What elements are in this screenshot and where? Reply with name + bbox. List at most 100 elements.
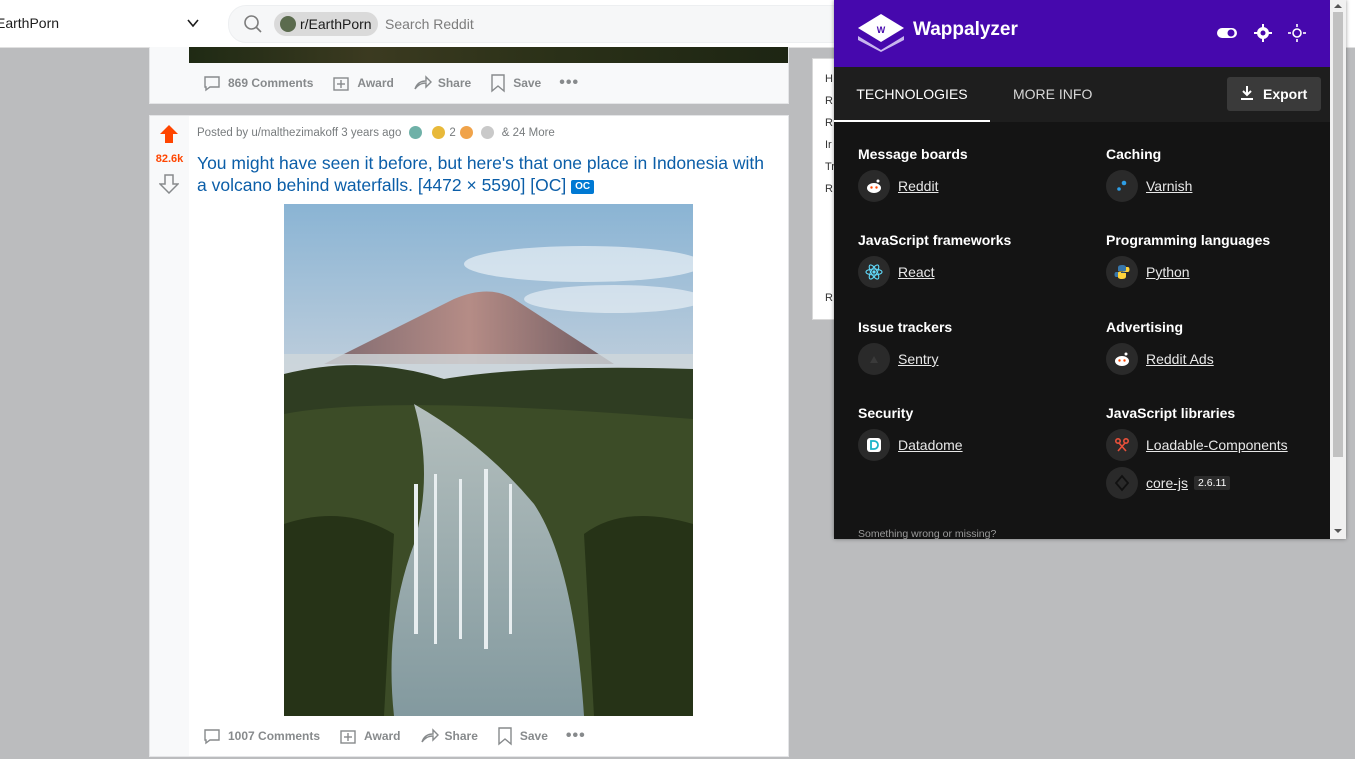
save-label: Save — [513, 76, 542, 90]
svg-text:W: W — [877, 25, 886, 35]
share-button[interactable]: Share — [412, 73, 471, 93]
version-badge: 2.6.11 — [1194, 476, 1231, 490]
oc-flair: OC — [571, 180, 595, 194]
award-label: Award — [357, 76, 394, 90]
upvote-arrow-icon[interactable] — [159, 124, 179, 144]
category-security: Security — [858, 405, 914, 421]
share-icon — [420, 728, 439, 743]
scrollbar-thumb[interactable] — [1333, 12, 1343, 457]
subreddit-avatar-icon — [280, 16, 296, 32]
search-chip-label: r/EarthPorn — [300, 16, 372, 32]
search-input[interactable]: Search Reddit — [385, 16, 474, 32]
post-title-text: You might have seen it before, but here'… — [197, 153, 764, 195]
tech-loadable-components[interactable]: Loadable-Components — [1106, 429, 1288, 461]
vote-column: 82.6k — [150, 116, 189, 756]
subreddit-switcher[interactable]: EarthPorn — [0, 0, 212, 47]
share-icon — [414, 75, 432, 90]
tech-link[interactable]: Reddit Ads — [1146, 351, 1214, 367]
post-card[interactable]: 82.6k Posted by u/malthezimakoff 3 years… — [149, 115, 789, 757]
category-javascript-frameworks: JavaScript frameworks — [858, 232, 1012, 248]
more-awards[interactable]: & 24 More — [502, 127, 555, 139]
comments-count: 869 Comments — [228, 76, 314, 90]
save-button[interactable]: Save — [496, 726, 548, 746]
tab-technologies[interactable]: TECHNOLOGIES — [834, 67, 990, 122]
tab-more-info[interactable]: MORE INFO — [1013, 67, 1092, 122]
search-icon — [244, 15, 262, 33]
tech-reddit[interactable]: Reddit — [858, 170, 938, 202]
award-icon — [333, 77, 350, 91]
tech-sentry[interactable]: Sentry — [858, 343, 938, 375]
loadable-icon — [1106, 429, 1138, 461]
sidebar-letter: R — [825, 95, 833, 107]
comment-icon — [204, 729, 220, 745]
wappalyzer-popup: W Wappalyzer TECHNOLOGIES MORE INFO Expo… — [834, 0, 1346, 539]
more-options-icon[interactable]: ••• — [559, 74, 579, 92]
previous-post-actions: 869 Comments Award Share Save ••• — [202, 68, 597, 98]
varnish-icon — [1106, 170, 1138, 202]
save-button[interactable]: Save — [489, 73, 541, 93]
scroll-down-arrow-icon[interactable] — [1330, 526, 1346, 536]
tech-link[interactable]: Varnish — [1146, 178, 1192, 194]
more-options-icon[interactable]: ••• — [566, 727, 586, 745]
comment-icon — [204, 76, 220, 92]
subreddit-search-chip[interactable]: r/EarthPorn — [274, 12, 378, 36]
sidebar-letter: R — [825, 117, 833, 129]
wappalyzer-brand: Wappalyzer — [913, 19, 1018, 40]
tech-link[interactable]: Python — [1146, 264, 1190, 280]
tech-react[interactable]: React — [858, 256, 935, 288]
share-button[interactable]: Share — [419, 726, 478, 746]
post-meta: Posted by u/malthezimakoff 3 years ago 2… — [197, 126, 555, 139]
previous-post-card: 869 Comments Award Share Save ••• — [149, 47, 789, 104]
tech-link[interactable]: core-js — [1146, 475, 1188, 491]
previous-post-image — [189, 47, 788, 63]
award-gold-icon — [432, 126, 446, 139]
wappalyzer-logo-icon: W — [858, 14, 904, 52]
comments-button[interactable]: 1007 Comments — [202, 726, 320, 746]
sidebar-letter: Ir — [825, 139, 832, 151]
post-title[interactable]: You might have seen it before, but here'… — [197, 152, 772, 196]
export-button[interactable]: Export — [1227, 77, 1321, 111]
tech-link[interactable]: Loadable-Components — [1146, 437, 1288, 453]
tech-python[interactable]: Python — [1106, 256, 1190, 288]
category-caching: Caching — [1106, 146, 1162, 162]
wappalyzer-tabs: TECHNOLOGIES MORE INFO Export — [834, 67, 1330, 122]
bookmark-icon — [498, 727, 512, 746]
comments-button[interactable]: 869 Comments — [202, 73, 313, 93]
award-button[interactable]: Award — [338, 726, 401, 746]
tech-link[interactable]: Sentry — [898, 351, 938, 367]
post-actions: 1007 Comments Award Share Save ••• — [202, 721, 604, 751]
reddit-icon — [858, 170, 890, 202]
bookmark-icon — [491, 74, 505, 93]
sidebar-letter: R — [825, 183, 833, 195]
tech-link[interactable]: Reddit — [898, 178, 938, 194]
reddit-ads-icon — [1106, 343, 1138, 375]
award-rocket-icon — [459, 126, 473, 139]
react-icon — [858, 256, 890, 288]
corejs-icon — [1106, 467, 1138, 499]
downvote-arrow-icon[interactable] — [159, 174, 179, 194]
theme-sun-icon[interactable] — [1286, 22, 1308, 44]
category-message-boards: Message boards — [858, 146, 968, 162]
gear-icon[interactable] — [1252, 22, 1274, 44]
feedback-link[interactable]: Something wrong or missing? — [858, 528, 996, 539]
category-programming-languages: Programming languages — [1106, 232, 1271, 248]
tech-varnish[interactable]: Varnish — [1106, 170, 1192, 202]
share-label: Share — [444, 729, 478, 743]
award-button[interactable]: Award — [331, 73, 394, 93]
chevron-down-icon — [187, 19, 199, 28]
search-bar[interactable]: r/EarthPorn Search Reddit — [228, 5, 850, 43]
scroll-up-arrow-icon[interactable] — [1330, 1, 1346, 11]
award-label: Award — [364, 729, 401, 743]
award-icon — [340, 730, 356, 744]
category-javascript-libraries: JavaScript libraries — [1106, 405, 1236, 421]
tech-reddit-ads[interactable]: Reddit Ads — [1106, 343, 1214, 375]
posted-by[interactable]: Posted by u/malthezimakoff 3 years ago — [197, 127, 401, 139]
tech-link[interactable]: Datadome — [898, 437, 963, 453]
sentry-icon — [858, 343, 890, 375]
tech-link[interactable]: React — [898, 264, 935, 280]
popup-scrollbar[interactable] — [1330, 0, 1346, 539]
tech-datadome[interactable]: Datadome — [858, 429, 963, 461]
post-image-volcano-waterfall[interactable] — [284, 204, 693, 716]
toggle-switch-icon[interactable] — [1216, 22, 1238, 44]
tech-core-js[interactable]: core-js 2.6.11 — [1106, 467, 1231, 499]
